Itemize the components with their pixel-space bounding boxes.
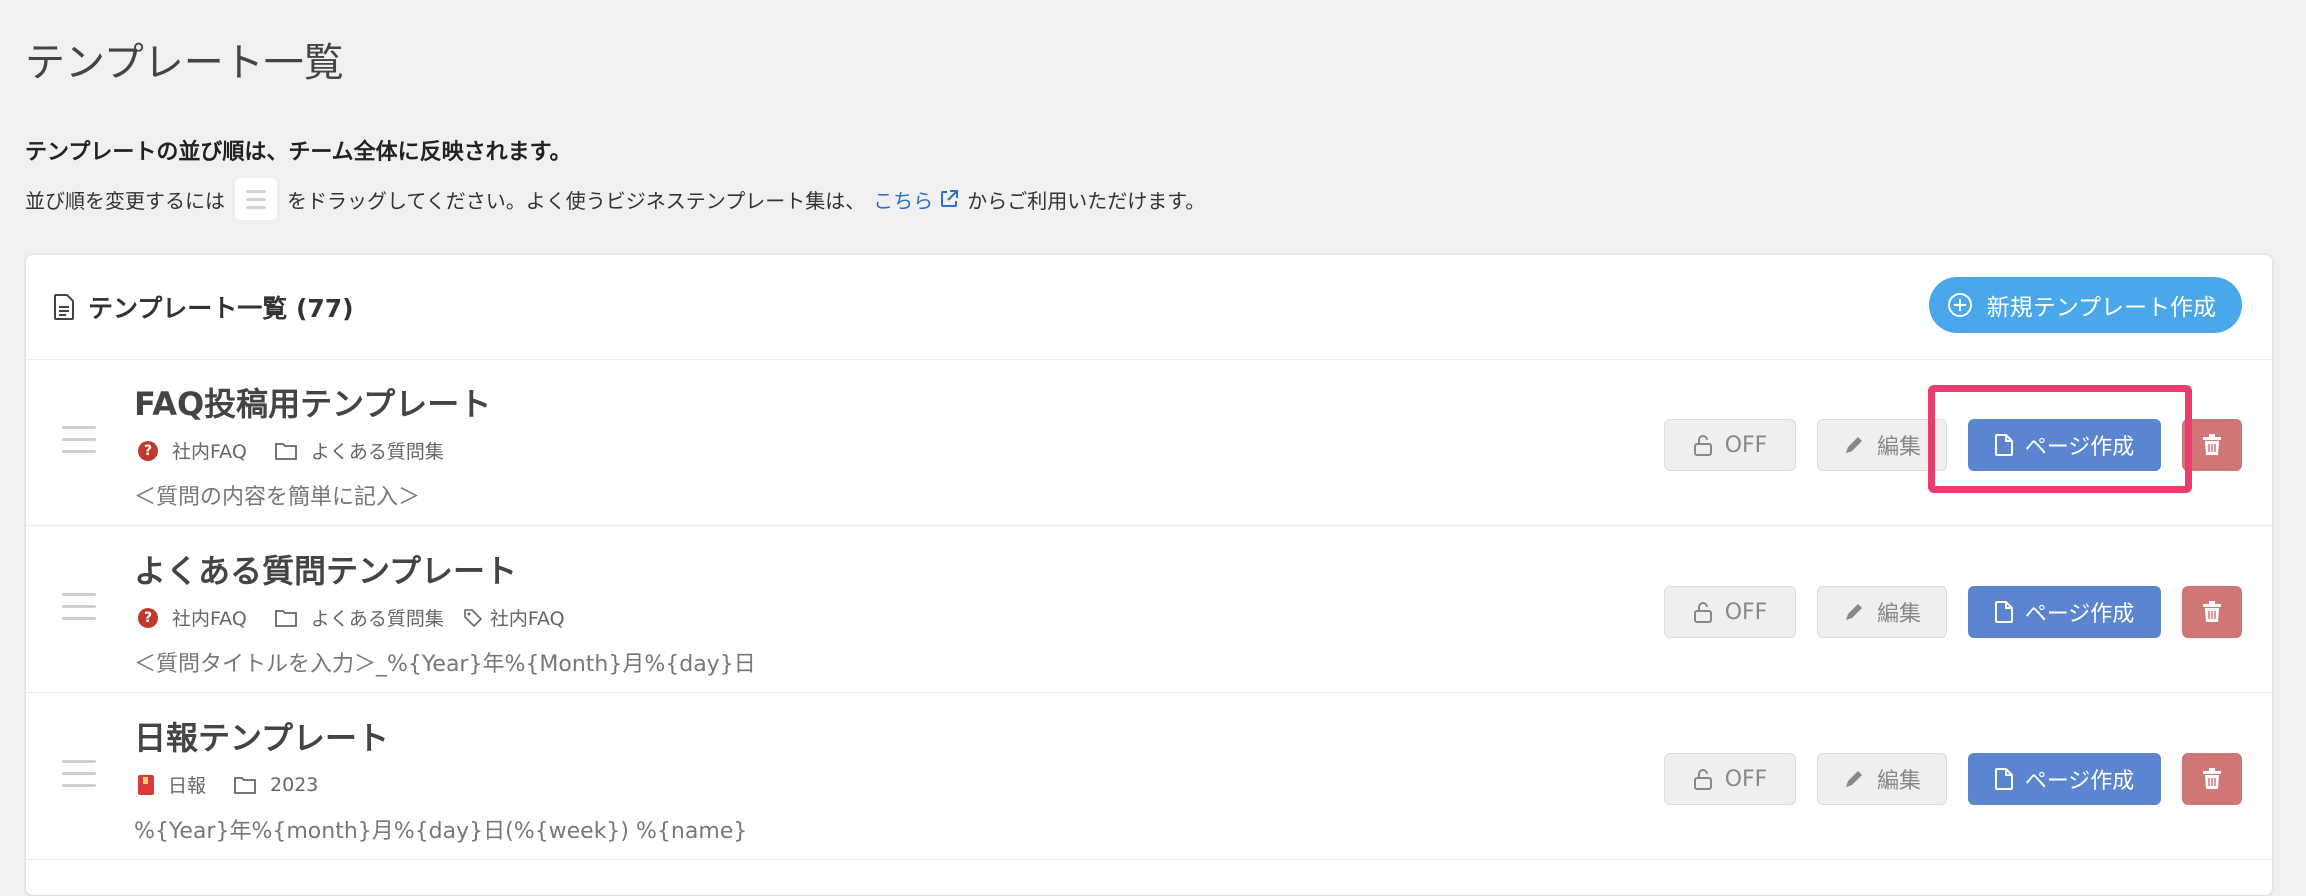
category-label: 社内FAQ — [172, 441, 247, 463]
unlock-icon — [1693, 769, 1712, 790]
template-description: %{Year}年%{month}月%{day}日(%{week}) %{name… — [134, 819, 748, 844]
new-template-label: 新規テンプレート作成 — [1986, 295, 2216, 321]
question-icon: ? — [138, 440, 158, 461]
tag-label: 社内FAQ — [489, 608, 565, 630]
document-icon — [54, 294, 74, 320]
drag-handle[interactable] — [62, 593, 96, 629]
pencil-icon — [1845, 437, 1862, 453]
folder-label: 2023 — [270, 773, 319, 796]
drag-handle-sample — [235, 178, 277, 220]
unlock-icon — [1693, 435, 1712, 456]
file-icon — [1994, 601, 2013, 623]
question-icon: ? — [138, 607, 158, 628]
template-meta: 日報 2023 — [138, 771, 346, 798]
template-category: ? 社内FAQ — [138, 604, 247, 631]
link-label: こちら — [873, 188, 934, 213]
folder-icon — [274, 609, 297, 627]
create-page-label: ページ作成 — [2024, 435, 2135, 460]
template-row: FAQ投稿用テンプレート ? 社内FAQ よくある質問集 ＜質問の内容を簡単に記… — [26, 359, 2272, 526]
new-template-button[interactable]: 新規テンプレート作成 — [1928, 277, 2242, 333]
template-category: ? 社内FAQ — [138, 437, 247, 464]
toggle-off-button[interactable]: OFF — [1664, 419, 1796, 471]
template-description: ＜質問タイトルを入力＞_%{Year}年%{Month}月%{day}日 — [134, 652, 756, 677]
drag-handle[interactable] — [62, 760, 96, 796]
template-title[interactable]: 日報テンプレート — [134, 713, 389, 759]
folder-icon — [234, 776, 256, 794]
folder-label: よくある質問集 — [310, 608, 444, 630]
page-title: テンプレート一覧 — [25, 40, 344, 86]
hamburger-icon — [246, 189, 266, 209]
template-row: 日報テンプレート 日報 2023 %{Year}年%{month}月%{day}… — [26, 693, 2272, 860]
card-title: テンプレート一覧 (77) — [88, 294, 354, 323]
off-label: OFF — [1724, 599, 1768, 625]
create-page-button[interactable]: ページ作成 — [1968, 586, 2161, 638]
drag-handle[interactable] — [62, 426, 96, 462]
tag-icon — [464, 608, 482, 627]
template-title[interactable]: FAQ投稿用テンプレート — [134, 379, 491, 425]
template-title[interactable]: よくある質問テンプレート — [134, 546, 517, 592]
off-label: OFF — [1724, 432, 1768, 458]
card-header: テンプレート一覧 (77) 新規テンプレート作成 — [26, 255, 2272, 360]
unlock-icon — [1693, 602, 1712, 623]
template-description: ＜質問の内容を簡単に記入＞ — [134, 485, 421, 510]
create-page-button[interactable]: ページ作成 — [1968, 419, 2161, 471]
template-meta: ? 社内FAQ よくある質問集 — [138, 437, 472, 464]
edit-label: 編集 — [1876, 435, 1921, 460]
create-page-label: ページ作成 — [2024, 602, 2135, 627]
instruction-text-before: 並び順を変更するには — [25, 188, 225, 213]
folder-label: よくある質問集 — [310, 441, 444, 463]
order-instructions: 並び順を変更するには をドラッグしてください。よく使うビジネステンプレート集は、… — [25, 178, 1205, 220]
template-category: 日報 — [138, 771, 206, 798]
create-page-button[interactable]: ページ作成 — [1968, 753, 2161, 805]
pencil-icon — [1845, 771, 1862, 787]
template-tag: 社内FAQ — [464, 604, 565, 631]
business-template-link[interactable]: こちら — [873, 185, 959, 214]
template-list-card: テンプレート一覧 (77) 新規テンプレート作成 FAQ投稿用テンプレート ? … — [25, 254, 2273, 896]
delete-button[interactable] — [2182, 753, 2242, 805]
delete-button[interactable] — [2182, 586, 2242, 638]
category-label: 日報 — [168, 775, 207, 797]
pencil-icon — [1845, 604, 1862, 620]
edit-label: 編集 — [1876, 602, 1921, 627]
trash-icon — [2203, 768, 2221, 789]
edit-label: 編集 — [1876, 769, 1921, 794]
instruction-text-after: をドラッグしてください。よく使うビジネステンプレート集は、 — [287, 188, 866, 213]
notebook-icon — [138, 774, 154, 795]
edit-button[interactable]: 編集 — [1817, 419, 1947, 471]
plus-circle-icon — [1947, 293, 1972, 317]
off-label: OFF — [1724, 766, 1768, 792]
create-page-label: ページ作成 — [2024, 769, 2135, 794]
order-notice: テンプレートの並び順は、チーム全体に反映されます。 — [25, 140, 572, 165]
file-icon — [1994, 768, 2013, 790]
template-folder: よくある質問集 — [274, 437, 444, 464]
delete-button[interactable] — [2182, 419, 2242, 471]
toggle-off-button[interactable]: OFF — [1664, 753, 1796, 805]
template-folder: よくある質問集 — [274, 604, 444, 631]
edit-button[interactable]: 編集 — [1817, 586, 1947, 638]
instruction-text-end: からご利用いただけます。 — [967, 188, 1206, 213]
edit-button[interactable]: 編集 — [1817, 753, 1947, 805]
file-icon — [1994, 434, 2013, 456]
toggle-off-button[interactable]: OFF — [1664, 586, 1796, 638]
template-meta: ? 社内FAQ よくある質問集 社内FAQ — [138, 604, 593, 631]
template-folder: 2023 — [234, 774, 318, 796]
template-row: よくある質問テンプレート ? 社内FAQ よくある質問集 社内FAQ ＜質問タイ… — [26, 526, 2272, 693]
external-link-icon — [941, 190, 959, 207]
folder-icon — [274, 442, 297, 460]
trash-icon — [2203, 434, 2221, 455]
category-label: 社内FAQ — [172, 608, 247, 630]
trash-icon — [2203, 601, 2221, 622]
